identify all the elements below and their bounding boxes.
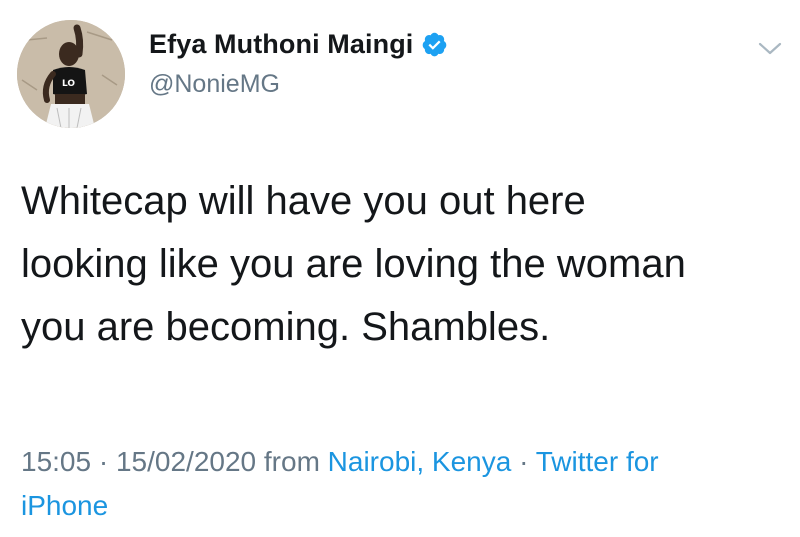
tweet-text-line: Whitecap will have you out here [21,179,586,223]
tweet-card: LO Efya Muthoni Maingi @NonieMG Whitecap… [0,0,800,537]
tweet-text: Whitecap will have you out here looking … [21,170,781,359]
verified-badge-icon [421,31,448,58]
tweet-date[interactable]: 15/02/2020 [116,446,256,477]
author-display-name[interactable]: Efya Muthoni Maingi [149,29,413,60]
author-name-row[interactable]: Efya Muthoni Maingi [149,26,448,62]
avatar[interactable]: LO [17,20,125,128]
tweet-meta: 15:05 · 15/02/2020 from Nairobi, Kenya ·… [21,440,781,528]
author-handle[interactable]: @NonieMG [149,70,280,99]
tweet-text-line: looking like you are loving the woman [21,242,686,286]
tweet-location-link[interactable]: Nairobi, Kenya [328,446,512,477]
avatar-shirt-text: LO [62,79,75,89]
tweet-source-line1: Twitter for [535,446,659,477]
meta-separator: · [91,446,116,477]
tweet-source-line2: iPhone [21,490,109,521]
meta-from: from [256,446,328,477]
tweet-time[interactable]: 15:05 [21,446,91,477]
avatar-photo: LO [17,20,125,128]
chevron-down-icon[interactable] [757,38,783,58]
meta-separator: · [511,446,536,477]
tweet-text-line: you are becoming. Shambles. [21,305,551,349]
